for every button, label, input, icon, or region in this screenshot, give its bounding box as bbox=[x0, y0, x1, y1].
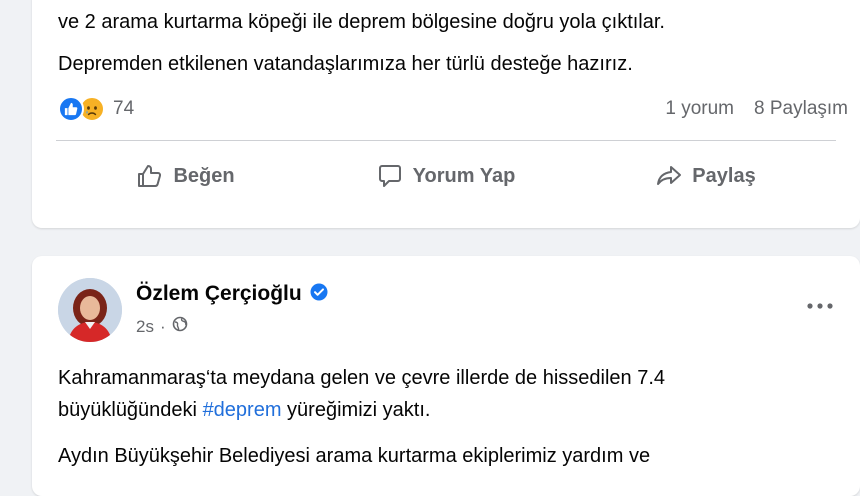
author-name[interactable]: Özlem Çerçioğlu bbox=[136, 282, 302, 306]
post-text-line: Kahramanmaraş‘ta meydana gelen ve çevre … bbox=[58, 367, 666, 389]
avatar[interactable] bbox=[58, 278, 122, 342]
post-text-line: Depremden etkilenen vatandaşlarımıza her… bbox=[58, 53, 633, 75]
post-card-1: ve 2 arama kurtarma köpeği ile deprem bö… bbox=[32, 0, 860, 228]
share-label: Paylaş bbox=[692, 164, 756, 187]
post-text-line: Aydın Büyükşehir Belediyesi arama kurtar… bbox=[58, 445, 651, 467]
post-card-2: Özlem Çerçioğlu 2s · Kahramanmaraş‘ta me… bbox=[32, 256, 860, 496]
divider bbox=[56, 140, 836, 141]
post-timestamp[interactable]: 2s bbox=[136, 317, 154, 337]
comment-icon bbox=[377, 164, 403, 188]
thumbs-up-icon bbox=[137, 164, 163, 188]
text-segment: büyüklüğündeki bbox=[58, 399, 203, 421]
post-stats: 1 yorum 8 Paylaşım bbox=[665, 94, 848, 124]
reaction-summary[interactable]: 74 bbox=[58, 94, 134, 124]
globe-icon bbox=[172, 316, 188, 337]
comment-label: Yorum Yap bbox=[412, 164, 516, 187]
comment-button[interactable]: Yorum Yap bbox=[316, 154, 576, 198]
post-actions: Beğen Yorum Yap Paylaş bbox=[56, 154, 836, 198]
like-button[interactable]: Beğen bbox=[56, 154, 316, 198]
share-button[interactable]: Paylaş bbox=[576, 154, 836, 198]
more-options-button[interactable] bbox=[802, 294, 838, 318]
text-segment: yüreğimizi yaktı. bbox=[281, 399, 431, 421]
verified-badge-icon bbox=[310, 283, 328, 306]
comment-count[interactable]: 1 yorum bbox=[665, 98, 734, 120]
post-text-line: ve 2 arama kurtarma köpeği ile deprem bö… bbox=[58, 11, 665, 33]
post-text-line: büyüklüğündeki #deprem yüreğimizi yaktı. bbox=[58, 396, 430, 424]
reaction-count: 74 bbox=[113, 98, 135, 119]
more-dots-icon bbox=[807, 303, 833, 309]
post-author: Özlem Çerçioğlu bbox=[136, 282, 328, 306]
like-label: Beğen bbox=[173, 164, 235, 187]
like-icon bbox=[58, 96, 84, 122]
share-count[interactable]: 8 Paylaşım bbox=[754, 98, 848, 120]
meta-separator: · bbox=[159, 316, 166, 336]
hashtag-link[interactable]: #deprem bbox=[203, 399, 282, 421]
share-icon bbox=[656, 164, 682, 188]
post-meta: 2s · bbox=[136, 316, 188, 337]
